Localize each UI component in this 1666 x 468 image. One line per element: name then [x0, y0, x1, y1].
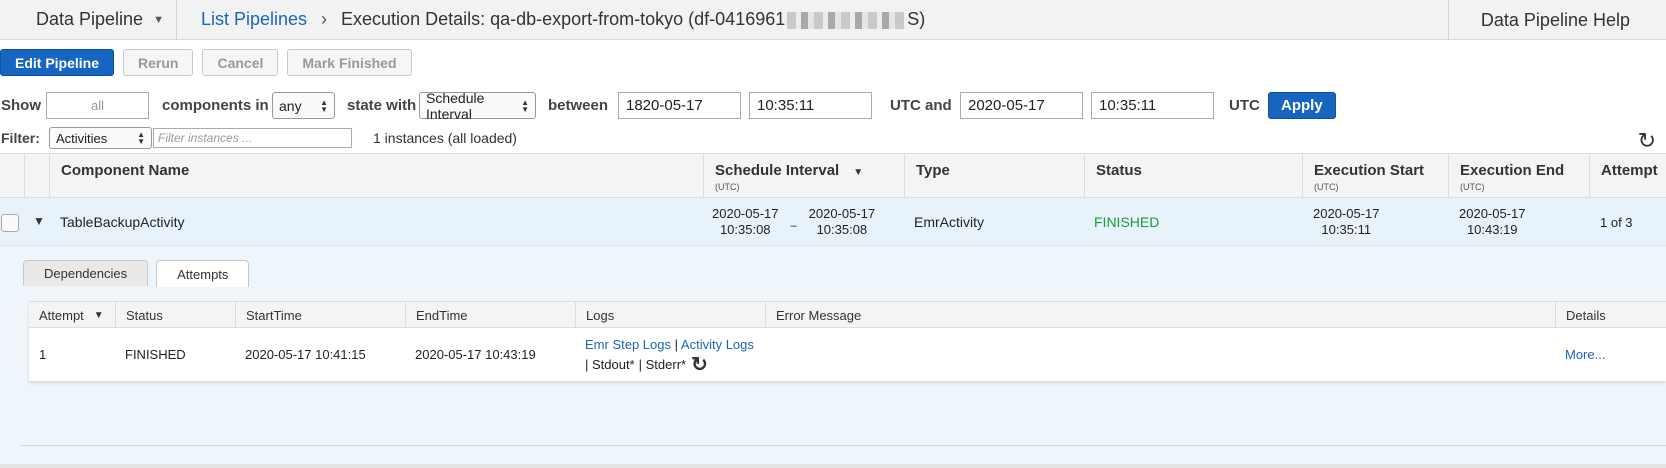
column-header-logs[interactable]: Logs	[575, 302, 765, 328]
rerun-button[interactable]: Rerun	[123, 49, 194, 76]
breadcrumb-list-pipelines[interactable]: List Pipelines	[201, 9, 307, 30]
attempt-error-message-cell	[765, 328, 775, 381]
attempt-number-cell: 1	[39, 347, 47, 362]
redacted-id	[787, 11, 906, 29]
show-label: Show	[1, 97, 41, 114]
stderr-link[interactable]: | Stderr*	[639, 355, 686, 375]
component-name-cell: TableBackupActivity	[60, 214, 185, 230]
components-in-select[interactable]: any ▲ ▼	[272, 92, 335, 119]
action-toolbar: Edit Pipeline Rerun Cancel Mark Finished	[0, 49, 421, 76]
expand-column-header	[24, 154, 49, 199]
instance-search-row: Filter: Activities ▲ ▼ Filter instances ..…	[0, 126, 1666, 150]
column-header-status[interactable]: Status	[1084, 154, 1302, 199]
more-details-link[interactable]: More...	[1555, 328, 1605, 381]
instances-table-header: Component Name Schedule Interval ▼ (UTC) …	[0, 153, 1666, 199]
mark-finished-button[interactable]: Mark Finished	[287, 49, 412, 76]
sort-desc-icon: ▼	[853, 167, 864, 178]
row-detail-panel: Dependencies Attempts Attempt ▼ Status St…	[0, 246, 1666, 468]
state-with-label: state with	[347, 97, 417, 114]
between-label: between	[548, 97, 609, 114]
select-arrows-icon: ▲ ▼	[137, 130, 145, 146]
table-row[interactable]: ▼ TableBackupActivity 2020-05-17 10:35:08…	[0, 198, 1666, 246]
utc-and-label: UTC and	[890, 97, 952, 114]
column-header-error-message[interactable]: Error Message	[765, 302, 1555, 328]
components-in-label: components in	[162, 97, 269, 114]
start-time-input[interactable]: 10:35:11	[749, 92, 872, 119]
refresh-icon[interactable]: ↻	[1638, 128, 1656, 154]
column-header-status[interactable]: Status	[115, 302, 235, 328]
filter-instances-input[interactable]: Filter instances ...	[153, 128, 352, 148]
end-date-input[interactable]: 2020-05-17	[960, 92, 1083, 119]
instances-count: 1 instances (all loaded)	[373, 130, 517, 146]
service-name: Data Pipeline	[36, 9, 144, 29]
column-header-schedule-interval[interactable]: Schedule Interval ▼ (UTC)	[703, 154, 904, 199]
chevron-down-icon: ▼	[153, 13, 164, 26]
attempt-cell: 1 of 3	[1600, 214, 1633, 230]
breadcrumb: List Pipelines › Execution Details: qa-d…	[177, 9, 925, 30]
column-header-attempt[interactable]: Attempt ▼	[29, 302, 115, 328]
help-link[interactable]: Data Pipeline Help	[1447, 0, 1666, 40]
detail-tabs: Dependencies Attempts	[23, 260, 257, 287]
sort-desc-icon: ▼	[93, 309, 104, 321]
type-cell: EmrActivity	[914, 214, 984, 230]
attempts-table: Attempt ▼ Status StartTime EndTime Logs E…	[29, 301, 1666, 381]
tab-dependencies[interactable]: Dependencies	[23, 260, 149, 286]
service-menu[interactable]: Data Pipeline ▼	[0, 0, 177, 40]
stdout-link[interactable]: | Stdout*	[585, 355, 635, 375]
column-header-component-name[interactable]: Component Name	[49, 154, 703, 199]
column-header-execution-start[interactable]: Execution Start (UTC)	[1302, 154, 1448, 199]
edit-pipeline-button[interactable]: Edit Pipeline	[0, 49, 115, 76]
select-arrows-icon: ▲ ▼	[320, 97, 328, 114]
chevron-right-icon: ›	[321, 9, 328, 29]
column-header-end-time[interactable]: EndTime	[405, 302, 575, 328]
panel-divider	[20, 445, 1666, 446]
attempt-start-time-cell: 2020-05-17 10:41:15	[245, 347, 366, 362]
select-arrows-icon: ▲ ▼	[521, 97, 529, 114]
cancel-button[interactable]: Cancel	[202, 49, 279, 76]
column-header-details[interactable]: Details	[1555, 302, 1666, 328]
emr-step-logs-link[interactable]: Emr Step Logs	[585, 337, 671, 352]
filter-type-select[interactable]: Activities ▲ ▼	[49, 127, 152, 149]
column-header-start-time[interactable]: StartTime	[235, 302, 405, 328]
column-header-attempt[interactable]: Attempt	[1589, 154, 1666, 199]
tab-attempts[interactable]: Attempts	[156, 260, 250, 287]
bottom-border	[0, 464, 1666, 468]
page-title: Execution Details: qa-db-export-from-tok…	[341, 9, 926, 29]
status-badge: FINISHED	[1094, 214, 1160, 230]
activity-logs-link[interactable]: Activity Logs	[681, 337, 754, 352]
row-checkbox[interactable]	[1, 214, 19, 232]
apply-button[interactable]: Apply	[1268, 92, 1336, 119]
execution-start-cell: 2020-05-17 10:35:11	[1313, 206, 1380, 237]
filter-label: Filter:	[1, 130, 40, 146]
attempt-logs-cell: Emr Step Logs | Activity Logs | Stdout* …	[585, 336, 754, 376]
top-bar: Data Pipeline ▼ List Pipelines › Executi…	[0, 0, 1666, 40]
state-with-select[interactable]: Schedule Interval ▲ ▼	[419, 90, 536, 122]
end-time-input[interactable]: 10:35:11	[1091, 92, 1214, 119]
show-count-input[interactable]: all	[46, 92, 149, 119]
column-header-execution-end[interactable]: Execution End (UTC)	[1448, 154, 1589, 199]
select-column-header	[0, 154, 24, 199]
expand-row-icon[interactable]: ▼	[33, 214, 45, 228]
instance-filter-row: Show all components in any ▲ ▼ state with …	[0, 90, 1666, 122]
attempt-end-time-cell: 2020-05-17 10:43:19	[415, 347, 536, 362]
attempt-status-cell: FINISHED	[125, 347, 186, 362]
start-date-input[interactable]: 1820-05-17	[618, 92, 741, 119]
column-header-type[interactable]: Type	[904, 154, 1084, 199]
attempts-table-header: Attempt ▼ Status StartTime EndTime Logs E…	[29, 301, 1666, 328]
schedule-interval-cell: 2020-05-17 10:35:08 – 2020-05-17 10:35:08	[712, 206, 876, 237]
execution-end-cell: 2020-05-17 10:43:19	[1459, 206, 1526, 237]
utc-label: UTC	[1229, 97, 1260, 114]
refresh-logs-icon[interactable]: ↻	[691, 355, 708, 375]
